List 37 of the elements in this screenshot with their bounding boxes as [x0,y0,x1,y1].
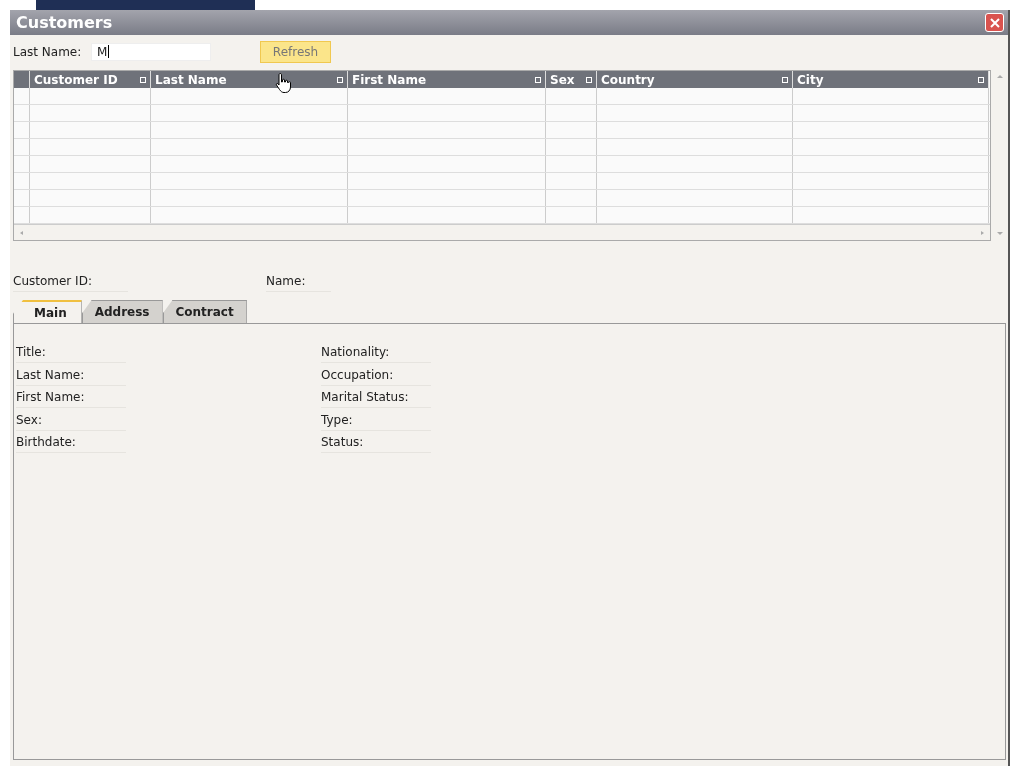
column-menu-icon[interactable] [978,76,984,83]
column-header[interactable]: City [793,71,989,88]
field-label: First Name: [16,387,126,408]
field-label: Birthdate: [16,432,126,453]
column-header[interactable]: Country [597,71,793,88]
scroll-left-icon[interactable] [18,228,26,237]
column-header[interactable]: Sex [546,71,597,88]
close-icon [988,16,1001,29]
field-label: Sex: [16,409,126,431]
field-label: Occupation: [321,364,431,386]
window-title: Customers [16,13,113,32]
field-label: Nationality: [321,342,431,363]
column-menu-icon[interactable] [140,76,146,83]
field-label: Marital Status: [321,387,431,408]
scroll-right-icon[interactable] [978,228,986,237]
field-label: Customer ID: [13,274,128,292]
horizontal-scrollbar[interactable] [14,224,990,240]
column-menu-icon[interactable] [337,76,343,83]
field-label: Title: [16,342,126,363]
field-label: Last Name: [16,364,126,386]
field-label: Type: [321,409,431,431]
column-header[interactable]: Customer ID [30,71,151,88]
column-menu-icon[interactable] [535,76,541,83]
tab[interactable]: Address [81,300,163,323]
refresh-button[interactable]: Refresh [260,40,331,63]
column-menu-icon[interactable] [586,76,592,83]
column-header[interactable]: First Name [348,71,546,88]
row-header-corner [14,71,30,88]
filter-label: Last Name: [13,44,83,59]
field-label: Status: [321,432,431,453]
column-header[interactable]: Last Name [151,71,348,88]
tab[interactable]: Main [13,300,82,323]
column-menu-icon[interactable] [782,76,788,83]
tab[interactable]: Contract [162,300,247,323]
field-label: Name: [266,274,331,292]
close-button[interactable] [985,13,1004,32]
last-name-input[interactable]: M [91,42,211,61]
